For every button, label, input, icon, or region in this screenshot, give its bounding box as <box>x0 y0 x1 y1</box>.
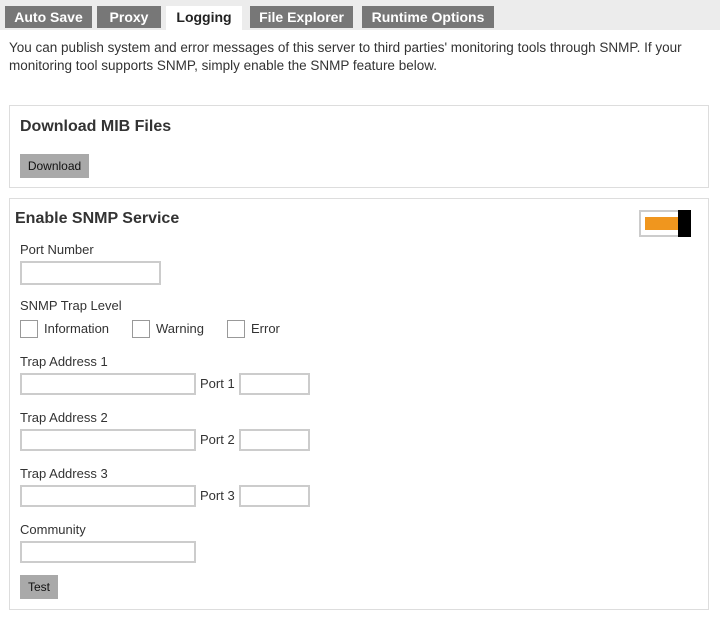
trap-address-2-label: Trap Address 2 <box>20 410 108 425</box>
port-2-input[interactable] <box>239 429 310 451</box>
trap-address-2-input[interactable] <box>20 429 196 451</box>
download-button[interactable]: Download <box>20 154 89 178</box>
snmp-enable-toggle[interactable] <box>639 210 691 237</box>
port-number-label: Port Number <box>20 242 94 257</box>
port-2-label: Port 2 <box>200 432 235 447</box>
snmp-trap-level-label: SNMP Trap Level <box>20 298 122 313</box>
trap-address-1-input[interactable] <box>20 373 196 395</box>
intro-text: You can publish system and error message… <box>9 40 682 73</box>
community-input[interactable] <box>20 541 196 563</box>
error-label: Error <box>251 321 280 336</box>
tab-logging[interactable]: Logging <box>166 6 242 30</box>
tab-bar: Auto Save Proxy Logging File Explorer Ru… <box>0 0 720 30</box>
tab-auto-save[interactable]: Auto Save <box>5 6 92 28</box>
tab-file-explorer[interactable]: File Explorer <box>250 6 353 28</box>
information-label: Information <box>44 321 110 336</box>
mib-panel: Download MIB Files Download <box>9 105 709 188</box>
port-1-label: Port 1 <box>200 376 235 391</box>
toggle-knob <box>678 210 691 237</box>
community-label: Community <box>20 522 86 537</box>
test-button[interactable]: Test <box>20 575 58 599</box>
information-checkbox[interactable] <box>20 320 38 338</box>
tab-proxy[interactable]: Proxy <box>97 6 161 28</box>
warning-label: Warning <box>156 321 204 336</box>
snmp-title: Enable SNMP Service <box>15 210 180 227</box>
mib-title: Download MIB Files <box>20 118 172 135</box>
warning-checkbox[interactable] <box>132 320 150 338</box>
trap-address-3-label: Trap Address 3 <box>20 466 108 481</box>
tab-runtime-options[interactable]: Runtime Options <box>362 6 494 28</box>
port-3-label: Port 3 <box>200 488 235 503</box>
port-number-input[interactable] <box>20 261 161 285</box>
toggle-track <box>645 217 679 230</box>
trap-address-3-input[interactable] <box>20 485 196 507</box>
port-1-input[interactable] <box>239 373 310 395</box>
trap-address-1-label: Trap Address 1 <box>20 354 108 369</box>
error-checkbox[interactable] <box>227 320 245 338</box>
port-3-input[interactable] <box>239 485 310 507</box>
